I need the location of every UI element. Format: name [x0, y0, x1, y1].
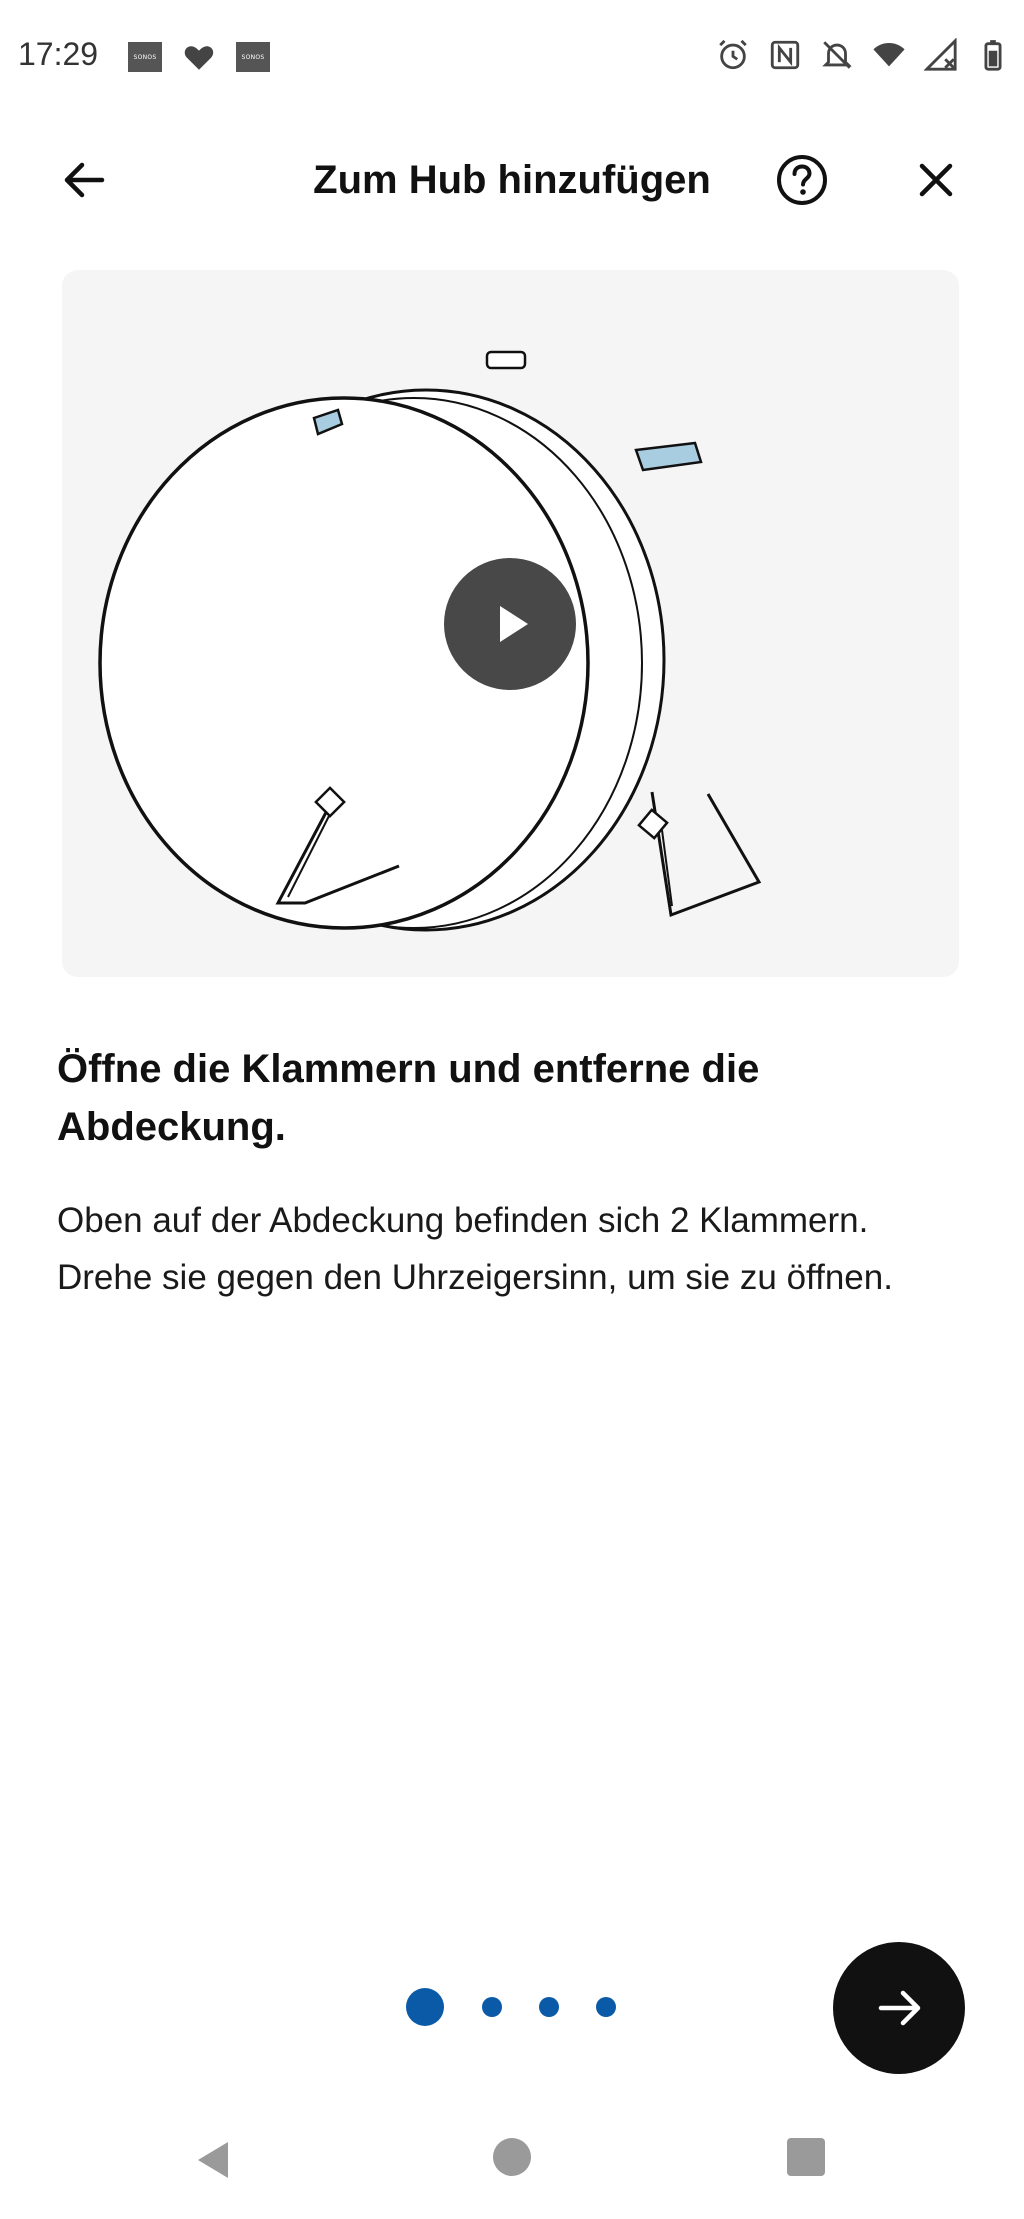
status-time: 17:29: [18, 36, 99, 72]
arrow-right-icon: [878, 1990, 921, 2026]
page-title: Zum Hub hinzufügen: [313, 158, 711, 202]
battery-icon: [984, 40, 1002, 71]
close-button[interactable]: [908, 152, 964, 208]
page-dot: [482, 1997, 502, 2017]
nav-back-icon[interactable]: [192, 2138, 236, 2182]
sonos-icon: SONOS: [236, 42, 270, 72]
help-button[interactable]: [774, 152, 830, 208]
step-description: Oben auf der Abdeckung befinden sich 2 K…: [57, 1201, 893, 1297]
signal-icon: [924, 38, 957, 71]
close-icon: [919, 163, 953, 197]
help-circle-icon: [777, 155, 827, 205]
step-heading: Öffne die Klammern und entferne die Abde…: [57, 1047, 760, 1149]
system-nav-bar: [0, 2120, 1024, 2219]
nav-recents-icon[interactable]: [787, 2138, 825, 2176]
status-bar: 17:29 SONOS SONOS: [0, 0, 1024, 116]
back-button[interactable]: [56, 150, 116, 210]
wifi-icon: [873, 42, 905, 67]
status-right-icons: [716, 38, 1010, 72]
play-button[interactable]: [444, 558, 576, 690]
app-bar: Zum Hub hinzufügen: [0, 140, 1024, 220]
page-dot: [539, 1997, 559, 2017]
play-icon: [500, 606, 528, 642]
screen: 17:29 SONOS SONOS Zum Hub hinzufügen Öff…: [0, 0, 1024, 2219]
nav-home-icon[interactable]: [493, 2138, 531, 2176]
next-button[interactable]: [833, 1942, 965, 2074]
page-dot-active: [406, 1988, 444, 2026]
notifications-off-icon: [822, 41, 852, 69]
sonos-icon: SONOS: [128, 42, 162, 72]
nfc-icon: [770, 40, 800, 70]
page-dot: [596, 1997, 616, 2017]
status-left-icons: SONOS SONOS: [128, 40, 270, 74]
alarm-icon: [719, 39, 747, 70]
arrow-left-icon: [64, 162, 105, 198]
instruction-video[interactable]: [62, 270, 959, 977]
heart-icon: [184, 46, 214, 70]
